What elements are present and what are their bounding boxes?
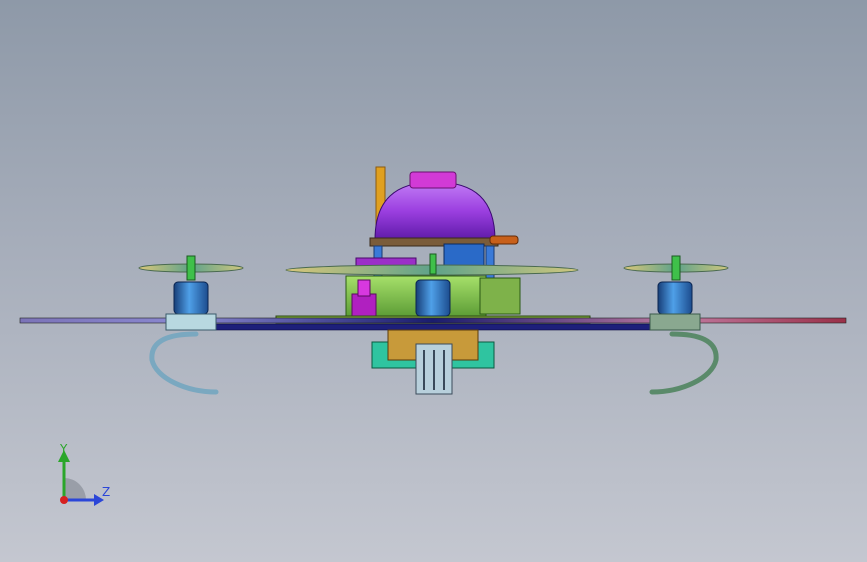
z-axis-label: Z	[102, 485, 111, 499]
frame-arm[interactable]	[19, 317, 847, 324]
motor-left[interactable]	[165, 281, 217, 331]
landing-skid-left[interactable]	[149, 331, 219, 395]
graphics-viewport[interactable]: Y Z	[0, 0, 867, 562]
landing-skid-right[interactable]	[649, 331, 719, 395]
magenta-connector[interactable]	[351, 293, 377, 319]
propeller-right[interactable]	[623, 255, 729, 281]
drone-model[interactable]	[0, 0, 867, 562]
motor-right[interactable]	[649, 281, 701, 331]
orientation-triad: Y Z	[40, 438, 130, 513]
propeller-left[interactable]	[138, 255, 244, 281]
bottom-bracket[interactable]	[371, 329, 495, 395]
battery-dome[interactable]	[369, 171, 499, 247]
cable-connector[interactable]	[489, 235, 519, 245]
x-axis-dot	[60, 496, 68, 504]
y-axis-label: Y	[60, 442, 68, 456]
